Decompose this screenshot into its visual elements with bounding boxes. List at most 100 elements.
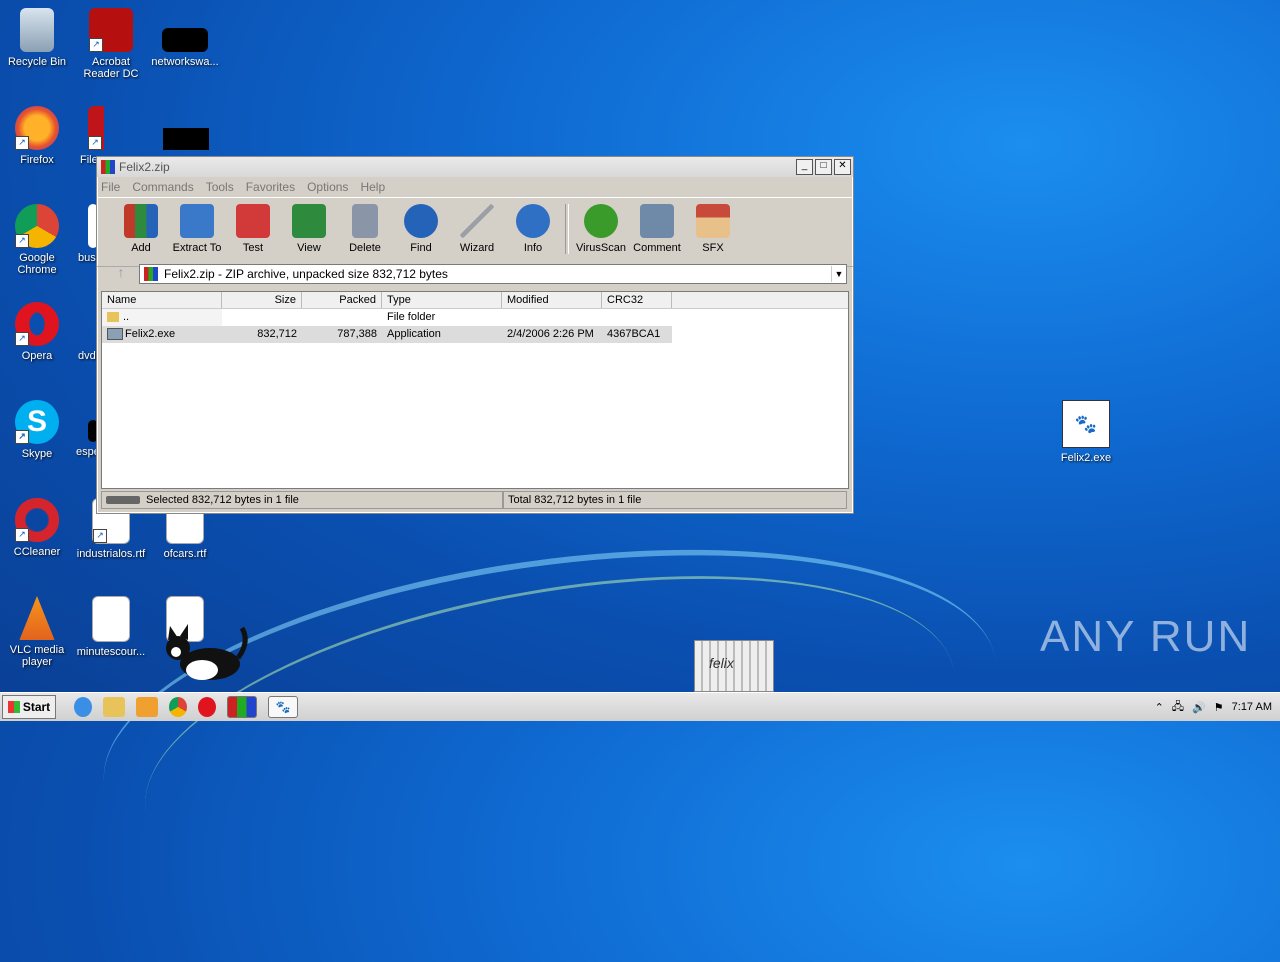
windows-flag-icon (7, 701, 20, 713)
menu-tools[interactable]: Tools (206, 180, 234, 194)
desktop-icon-opera[interactable]: ↗ Opera (0, 302, 74, 362)
winrar-taskbar-icon[interactable] (227, 696, 257, 718)
column-name[interactable]: Name (102, 292, 222, 308)
toolbar-label: Delete (349, 242, 381, 254)
desktop-icon-firefox[interactable]: ↗ Firefox (0, 106, 74, 166)
desktop-icon-label: minutescour... (76, 646, 146, 658)
toolbar-label: View (297, 242, 321, 254)
column-packed[interactable]: Packed (302, 292, 382, 308)
clock[interactable]: 7:17 AM (1232, 701, 1272, 713)
desktop-icon-felix2[interactable]: 🐾 Felix2.exe (1049, 400, 1123, 464)
desktop-icon-label: Skype (21, 448, 53, 460)
address-field[interactable]: Felix2.zip - ZIP archive, unpacked size … (139, 264, 847, 284)
menu-favorites[interactable]: Favorites (246, 180, 295, 194)
explorer-icon[interactable] (103, 697, 125, 717)
desktop-icon-minutescour[interactable]: minutescour... (74, 596, 148, 658)
toolbar-label: Extract To (172, 242, 222, 254)
menu-file[interactable]: File (101, 180, 120, 194)
extract-to-button[interactable]: Extract To (169, 204, 225, 254)
row-name: .. (102, 309, 222, 326)
row-crc (602, 309, 672, 326)
toolbar-label: Info (523, 242, 543, 254)
archive-icon (144, 267, 158, 281)
ccleaner-icon: ↗ (15, 498, 59, 542)
virusscan-button[interactable]: VirusScan (573, 204, 629, 254)
toolbar: Add Extract To Test View Delete Find Wiz… (97, 197, 853, 267)
volume-icon[interactable]: 🔊 (1192, 701, 1206, 714)
winrar-window[interactable]: Felix2.zip _ □ ✕ File Commands Tools Fav… (96, 156, 854, 514)
desktop-icon-label: Google Chrome (17, 252, 57, 276)
media-player-icon[interactable] (136, 697, 158, 717)
column-type[interactable]: Type (382, 292, 502, 308)
comment-button[interactable]: Comment (629, 204, 685, 254)
felix-box-image: felix (694, 640, 774, 692)
chevron-up-icon[interactable]: ⌃ (1155, 701, 1164, 714)
desktop-icon-label: Firefox (20, 154, 54, 166)
table-row[interactable]: .. File folder (102, 309, 848, 326)
table-row-selected[interactable]: Felix2.exe 832,712 787,388 Application 2… (102, 326, 672, 343)
word-doc-icon (92, 596, 130, 642)
ie-icon[interactable] (74, 697, 92, 717)
wizard-button[interactable]: Wizard (449, 204, 505, 254)
chrome-taskbar-icon[interactable] (169, 697, 187, 717)
info-button[interactable]: Info (505, 204, 561, 254)
desktop-icon-vlc[interactable]: VLC media player (0, 596, 74, 668)
desktop-icon-label: CCleaner (13, 546, 61, 558)
magnifier-icon (404, 204, 438, 238)
desktop-icon-label: networkswa... (151, 56, 219, 68)
chevron-down-icon[interactable]: ▼ (831, 266, 846, 282)
anyrun-watermark: ANY RUN (1040, 612, 1252, 661)
find-button[interactable]: Find (393, 204, 449, 254)
start-button[interactable]: Start (2, 695, 56, 719)
paw-taskbar-icon[interactable]: 🐾 (268, 696, 298, 718)
vlc-icon (19, 596, 55, 640)
test-button[interactable]: Test (225, 204, 281, 254)
close-button[interactable]: ✕ (834, 159, 851, 175)
minimize-button[interactable]: _ (796, 159, 813, 175)
desktop-icon-chrome[interactable]: ↗ Google Chrome (0, 204, 74, 276)
folder-icon (180, 204, 214, 238)
flag-icon[interactable]: ⚑ (1214, 701, 1224, 714)
row-packed: 787,388 (337, 328, 377, 340)
taskbar: Start 🐾 ⌃ 🖧 🔊 ⚑ 7:17 AM (0, 692, 1280, 721)
file-icon-blacked (162, 28, 208, 52)
up-arrow-icon[interactable]: ↑ (103, 264, 139, 284)
sfx-button[interactable]: SFX (685, 204, 741, 254)
add-button[interactable]: Add (113, 204, 169, 254)
row-size (222, 309, 302, 326)
desktop-icon-networkswa[interactable]: networkswa... (148, 8, 222, 68)
exe-icon (107, 328, 123, 341)
firefox-icon: ↗ (15, 106, 59, 150)
toolbar-label: VirusScan (576, 242, 626, 254)
bug-icon (584, 204, 618, 238)
menu-commands[interactable]: Commands (132, 180, 193, 194)
desktop-icon-label: ofcars.rtf (163, 548, 207, 560)
book-icon (292, 204, 326, 238)
status-total: Total 832,712 bytes in 1 file (503, 491, 847, 509)
column-modified[interactable]: Modified (502, 292, 602, 308)
wand-icon (460, 204, 494, 238)
status-bar: Selected 832,712 bytes in 1 file Total 8… (101, 491, 847, 509)
trash-icon (352, 204, 378, 238)
menu-options[interactable]: Options (307, 180, 348, 194)
menu-help[interactable]: Help (360, 180, 385, 194)
network-icon[interactable]: 🖧 (1172, 698, 1184, 717)
desktop-icon-ccleaner[interactable]: ↗ CCleaner (0, 498, 74, 558)
view-button[interactable]: View (281, 204, 337, 254)
column-size[interactable]: Size (222, 292, 302, 308)
add-icon (124, 204, 158, 238)
desktop-icon-label: industrialos.rtf (76, 548, 146, 560)
menu-bar: File Commands Tools Favorites Options He… (97, 177, 853, 197)
column-crc32[interactable]: CRC32 (602, 292, 672, 308)
desktop-icon-skype[interactable]: S ↗ Skype (0, 400, 74, 460)
maximize-button[interactable]: □ (815, 159, 832, 175)
opera-taskbar-icon[interactable] (198, 697, 216, 717)
desktop-icon-acrobat[interactable]: ↗ Acrobat Reader DC (74, 8, 148, 80)
sfx-icon (696, 204, 730, 238)
system-tray: ⌃ 🖧 🔊 ⚑ 7:17 AM (1155, 693, 1280, 721)
delete-button[interactable]: Delete (337, 204, 393, 254)
folder-icon (107, 312, 119, 323)
desktop-icon-recycle-bin[interactable]: Recycle Bin (0, 8, 74, 68)
recycle-bin-icon (20, 8, 54, 52)
window-titlebar[interactable]: Felix2.zip _ □ ✕ (97, 157, 853, 177)
